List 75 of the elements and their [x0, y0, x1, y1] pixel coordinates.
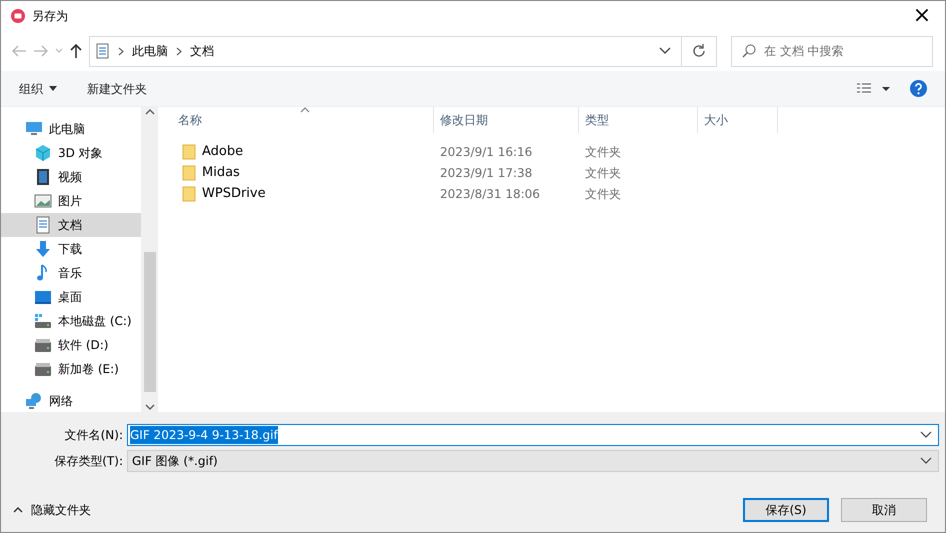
- dropdown-icon[interactable]: [920, 431, 932, 439]
- table-cell-text: 2023/8/31 18:06: [439, 186, 541, 202]
- sidebar-item[interactable]: 此电脑: [1, 117, 141, 141]
- sidebar-item[interactable]: 文档: [1, 213, 141, 237]
- table-cell-text: 文件夹: [584, 144, 622, 160]
- search-icon: [742, 44, 756, 58]
- help-icon[interactable]: [910, 80, 927, 97]
- organize-menu[interactable]: 组织: [19, 80, 57, 98]
- file-name[interactable]: WPSDrive: [202, 184, 266, 204]
- chevron-right-icon: [176, 47, 182, 56]
- folder-icon: [182, 186, 196, 202]
- table-cell-text: 2023/9/1 16:16: [439, 144, 534, 160]
- table-cell-text: 文件夹: [584, 186, 622, 202]
- app-icon: [11, 9, 25, 23]
- cancel-button[interactable]: 取消: [841, 498, 927, 522]
- download-arrow-icon: [34, 240, 52, 258]
- column-header[interactable]: 类型: [579, 107, 698, 133]
- file-type-dropdown[interactable]: GIF 图像 (*.gif): [127, 450, 939, 472]
- address-bar[interactable]: 此电脑 文档: [89, 36, 717, 66]
- folder-icon: [182, 144, 196, 160]
- sidebar-item[interactable]: 网络: [1, 389, 141, 413]
- scroll-down-icon[interactable]: [144, 404, 154, 410]
- computer-icon: [25, 120, 43, 138]
- scroll-up-icon[interactable]: [144, 109, 154, 115]
- sidebar-item[interactable]: 3D 对象: [1, 141, 141, 165]
- scrollbar[interactable]: [141, 107, 158, 412]
- save-button[interactable]: 保存(S): [743, 498, 829, 522]
- cube-icon: [34, 144, 52, 162]
- view-options-icon[interactable]: [856, 82, 892, 94]
- sidebar-item[interactable]: 图片: [1, 189, 141, 213]
- search-field[interactable]: 在 文档 中搜索: [731, 36, 933, 66]
- sidebar-item[interactable]: 视频: [1, 165, 141, 189]
- window-title: 另存为: [32, 8, 68, 25]
- new-folder-button[interactable]: 新建文件夹: [87, 80, 147, 98]
- film-icon: [34, 168, 52, 186]
- drive-icon: [34, 312, 52, 330]
- sort-ascending-icon: [300, 107, 310, 113]
- sidebar-item[interactable]: 音乐: [1, 261, 141, 285]
- document-icon: [96, 43, 110, 59]
- table-cell-text: 文件夹: [584, 164, 622, 182]
- filename-text: GIF 2023-9-4 9-13-18.gif: [130, 426, 278, 444]
- image-icon: [34, 192, 52, 210]
- column-header[interactable]: 大小: [698, 107, 778, 133]
- breadcrumb-item[interactable]: 此电脑: [126, 42, 174, 60]
- file-type-label: 保存类型(T):: [53, 453, 124, 470]
- search-placeholder: 在 文档 中搜索: [764, 43, 844, 60]
- monitor-icon: [34, 288, 52, 306]
- table-cell-text: 2023/9/1 17:38: [439, 164, 534, 182]
- caret-icon: [49, 86, 57, 91]
- file-name[interactable]: Midas: [202, 162, 240, 182]
- file-type-text: GIF 图像 (*.gif): [131, 453, 218, 470]
- filename-label: 文件名(N):: [64, 427, 124, 444]
- dropdown-icon[interactable]: [659, 47, 671, 55]
- close-button[interactable]: ×: [899, 1, 945, 31]
- up-arrow-icon[interactable]: [69, 43, 83, 59]
- sidebar-item[interactable]: 软件 (D:): [1, 333, 141, 357]
- drive-icon: [34, 336, 52, 354]
- chevron-up-icon: [13, 507, 23, 513]
- hide-folders-button[interactable]: 隐藏文件夹: [13, 501, 91, 519]
- drive-icon: [34, 360, 52, 378]
- document-icon: [34, 216, 52, 234]
- scrollbar-thumb[interactable]: [144, 252, 156, 392]
- file-name[interactable]: Adobe: [202, 142, 244, 162]
- column-header[interactable]: 修改日期: [434, 107, 579, 133]
- sidebar-item[interactable]: 下载: [1, 237, 141, 261]
- breadcrumb-item[interactable]: 文档: [184, 42, 220, 60]
- folder-icon: [182, 164, 196, 180]
- chevron-right-icon: [118, 47, 124, 56]
- dropdown-icon: [920, 457, 932, 465]
- column-header[interactable]: 名称: [160, 107, 434, 133]
- network-icon: [25, 392, 43, 410]
- sidebar-item[interactable]: 本地磁盘 (C:): [1, 309, 141, 333]
- sidebar-item[interactable]: 桌面: [1, 285, 141, 309]
- sidebar-item[interactable]: 新加卷 (E:): [1, 357, 141, 381]
- filename-field[interactable]: GIF 2023-9-4 9-13-18.gif: [127, 424, 939, 446]
